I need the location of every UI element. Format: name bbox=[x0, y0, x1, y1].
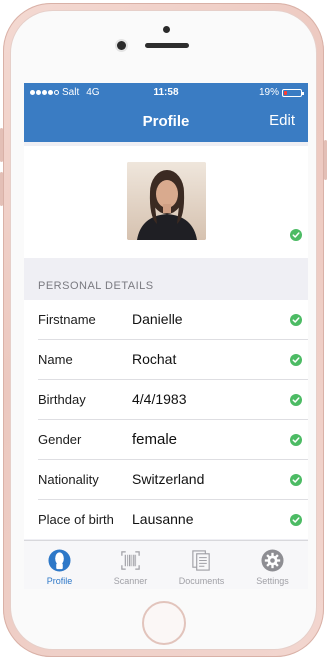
barcode-icon bbox=[121, 551, 140, 570]
documents-icon bbox=[192, 550, 210, 571]
earpiece-speaker bbox=[145, 43, 189, 48]
profile-photo-section bbox=[24, 146, 308, 258]
detail-value: 4/4/1983 bbox=[132, 391, 187, 407]
home-button[interactable] bbox=[142, 601, 186, 645]
detail-value: Rochat bbox=[132, 351, 177, 367]
detail-row-nationality[interactable]: Nationality Switzerland bbox=[38, 460, 308, 500]
battery-icon bbox=[282, 88, 304, 97]
verified-check-icon bbox=[290, 314, 302, 326]
detail-value: Switzerland bbox=[132, 471, 205, 487]
detail-label: Birthday bbox=[38, 392, 86, 407]
verified-check-icon bbox=[290, 434, 302, 446]
tab-documents[interactable]: Documents bbox=[166, 541, 237, 589]
verified-check-icon bbox=[290, 474, 302, 486]
tab-bar: Profile Scanner Documents Settings bbox=[24, 540, 308, 589]
detail-value: Danielle bbox=[132, 311, 183, 327]
gear-icon bbox=[261, 549, 284, 572]
section-header: PERSONAL DETAILS bbox=[24, 258, 308, 300]
detail-label: Place of birth bbox=[38, 512, 114, 527]
photo-verified-check-icon bbox=[290, 229, 302, 241]
front-camera bbox=[117, 41, 126, 50]
page-title: Profile bbox=[142, 113, 190, 130]
verified-check-icon bbox=[290, 354, 302, 366]
volume-button bbox=[0, 128, 3, 162]
detail-row-firstname[interactable]: Firstname Danielle bbox=[38, 300, 308, 340]
status-bar: Salt 4G 11:58 19% bbox=[24, 83, 308, 102]
personal-details-list: Firstname Danielle Name Rochat Birthday … bbox=[24, 300, 308, 539]
tab-scanner[interactable]: Scanner bbox=[95, 541, 166, 589]
avatar bbox=[127, 162, 206, 240]
detail-label: Nationality bbox=[38, 472, 99, 487]
tab-profile[interactable]: Profile bbox=[24, 541, 95, 589]
tab-label: Settings bbox=[256, 576, 289, 586]
detail-label: Gender bbox=[38, 432, 82, 447]
detail-row-name[interactable]: Name Rochat bbox=[38, 340, 308, 380]
detail-label: Name bbox=[38, 352, 73, 367]
proximity-sensor bbox=[163, 26, 170, 33]
detail-value: Lausanne bbox=[132, 511, 194, 527]
detail-row-birthday[interactable]: Birthday 4/4/1983 bbox=[38, 380, 308, 420]
navigation-bar: Profile Edit bbox=[24, 102, 308, 142]
section-title: PERSONAL DETAILS bbox=[38, 280, 154, 292]
volume-button bbox=[0, 172, 3, 206]
tab-label: Profile bbox=[46, 576, 73, 586]
tab-settings[interactable]: Settings bbox=[237, 541, 308, 589]
detail-row-place-of-birth[interactable]: Place of birth Lausanne bbox=[38, 500, 308, 539]
verified-check-icon bbox=[290, 514, 302, 526]
tab-label: Documents bbox=[178, 576, 225, 586]
profile-photo[interactable] bbox=[127, 162, 206, 240]
person-icon bbox=[48, 549, 71, 572]
detail-label: Firstname bbox=[38, 312, 96, 327]
edit-button[interactable]: Edit bbox=[269, 112, 295, 129]
verified-check-icon bbox=[290, 394, 302, 406]
detail-row-gender[interactable]: Gender female bbox=[38, 420, 308, 460]
app-screen: Salt 4G 11:58 19% Profile Edit PERSONAL … bbox=[24, 83, 308, 589]
battery-percent: 19% bbox=[258, 87, 279, 98]
battery-status: 19% bbox=[258, 87, 304, 98]
detail-value: female bbox=[132, 431, 178, 448]
tab-label: Scanner bbox=[113, 576, 148, 586]
